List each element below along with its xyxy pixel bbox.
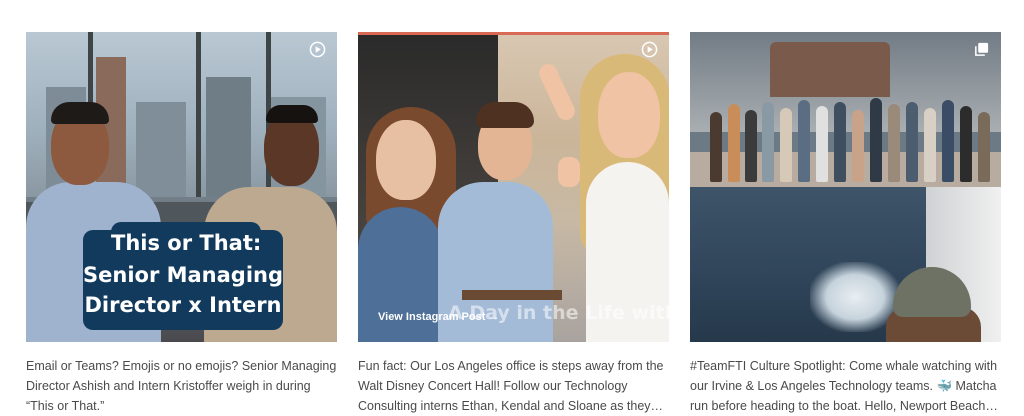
group-photo-crowd	[700, 92, 995, 182]
feed-post-3[interactable]: #TeamFTI Culture Spotlight: Come whale w…	[690, 32, 1001, 416]
post-caption: Email or Teams? Emojis or no emojis? Sen…	[26, 356, 337, 416]
overlay-title-line-2: Senior Managing	[83, 263, 284, 287]
instagram-feed: This or That: Senior Managing Director x…	[26, 32, 1001, 416]
play-icon	[641, 41, 658, 58]
caption-line: Email or Teams? Emojis or no emojis? Sen…	[26, 359, 337, 373]
caption-line: Director Ashish and Intern Kristoffer we…	[26, 379, 311, 393]
caption-line: #TeamFTI Culture Spotlight: Come whale w…	[690, 359, 998, 373]
overlay-title-line-3: Director x Intern	[84, 293, 282, 317]
accent-bar	[358, 32, 669, 35]
post-media-thumbnail[interactable]: This or That: Senior Managing Director x…	[26, 32, 337, 342]
ship	[770, 42, 890, 97]
feed-post-2[interactable]: A Day in the Life with View Instagram Po…	[358, 32, 669, 416]
caption-line: Consulting interns Ethan, Kendal and Slo…	[358, 399, 664, 413]
play-icon	[309, 41, 326, 58]
overlay-title-line-1: This or That:	[111, 231, 262, 255]
post-media-thumbnail[interactable]: A Day in the Life with View Instagram Po…	[358, 32, 669, 342]
carousel-icon	[975, 42, 989, 56]
caption-line: “This or That.”	[26, 399, 105, 413]
video-title-overlay: This or That: Senior Managing Director x…	[83, 222, 284, 330]
post-media-thumbnail[interactable]	[690, 32, 1001, 342]
caption-line: Fun fact: Our Los Angeles office is step…	[358, 359, 664, 373]
caption-line: our Irvine & Los Angeles Technology team…	[690, 379, 997, 393]
post-caption: Fun fact: Our Los Angeles office is step…	[358, 356, 669, 416]
caption-line: Walt Disney Concert Hall! Follow our Tec…	[358, 379, 628, 393]
post-caption: #TeamFTI Culture Spotlight: Come whale w…	[690, 356, 1001, 416]
view-instagram-post-link[interactable]: View Instagram Post →	[378, 311, 499, 323]
caption-line: run before heading to the boat. Hello, N…	[690, 399, 998, 413]
feed-post-1[interactable]: This or That: Senior Managing Director x…	[26, 32, 337, 416]
